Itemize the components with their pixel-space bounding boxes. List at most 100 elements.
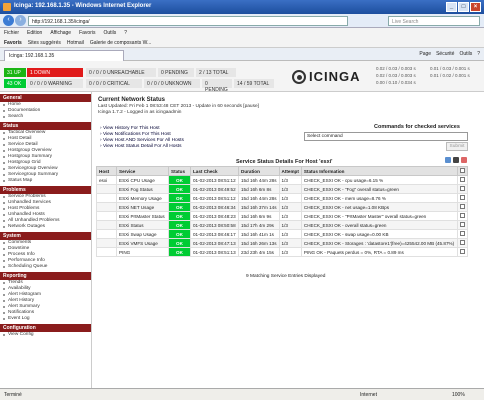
link-history[interactable]: › View History For This Host <box>100 126 160 131</box>
sidebar-item[interactable]: Status Map <box>0 178 91 184</box>
cell-status: OK <box>168 202 191 212</box>
cell-last-check: 01-02-2013 08:48:23 <box>190 211 239 221</box>
cell-service[interactable]: ESXi Memory Usage <box>116 193 169 203</box>
icinga-page: 31 UP 1 DOWN 0 / 0 / 0 UNREACHABLE 0 PEN… <box>0 61 484 388</box>
favorites-bar: Favoris Sites suggérés Hotmail Galerie d… <box>0 38 484 48</box>
cell-last-check: 01-02-2013 08:51:12 <box>190 175 239 185</box>
cell-host <box>96 202 117 212</box>
cell-host <box>96 193 117 203</box>
tab-bar: Icinga: 192.168.1.35 Page Sécurité Outil… <box>0 48 484 61</box>
link-notifications[interactable]: › View Notifications For This Host <box>100 132 171 137</box>
link-host-detail[interactable]: › View Host Status Detail For All Hosts <box>100 144 182 149</box>
cell-service[interactable]: ESXi PrtMaster Status <box>116 211 169 221</box>
sidebar-section-head: Configuration <box>0 324 91 332</box>
row-checkbox[interactable] <box>460 204 465 209</box>
services-unknown[interactable]: 0 / 0 / 0 UNKNOWN <box>144 79 200 88</box>
print-icon[interactable] <box>461 157 467 163</box>
hotmail-link[interactable]: Hotmail <box>67 40 84 46</box>
hosts-unreachable[interactable]: 0 / 0 / 0 UNREACHABLE <box>86 68 156 77</box>
menu-edition[interactable]: Edition <box>27 30 42 36</box>
services-pending[interactable]: 0 PENDING <box>202 79 232 93</box>
select-all-checkbox[interactable] <box>460 168 465 173</box>
table-row: ESXi Swap Usage OK 01-02-2013 08:46:17 15d … <box>96 229 468 239</box>
row-checkbox[interactable] <box>460 213 465 218</box>
perf-right: 0.01 / 0.03 / 0.001 s 0.01 / 0.02 / 0.00… <box>430 65 480 79</box>
sidebar-section-head: Status <box>0 122 91 130</box>
sidebar-item[interactable]: Event Log <box>0 316 91 322</box>
menu-favoris[interactable]: Favoris <box>79 30 95 36</box>
menu-affichage[interactable]: Affichage <box>50 30 71 36</box>
col-attempt[interactable]: Attempt <box>278 166 302 176</box>
main-content: Current Network Status Last Updated: Fri… <box>96 92 480 388</box>
page-menu[interactable]: Page <box>419 51 431 57</box>
security-menu[interactable]: Sécurité <box>436 51 454 57</box>
cell-service[interactable]: ESXi CPU Usage <box>116 175 169 185</box>
sidebar-item[interactable]: Network Outages <box>0 224 91 230</box>
cell-host <box>96 211 117 221</box>
suggested-sites-link[interactable]: Sites suggérés <box>28 40 61 46</box>
services-critical[interactable]: 0 / 0 / 0 CRITICAL <box>86 79 142 88</box>
tab-icinga[interactable]: Icinga: 192.168.1.35 <box>4 50 124 61</box>
hosts-up[interactable]: 31 UP <box>4 68 26 77</box>
menu-help[interactable]: ? <box>124 30 127 36</box>
tools-menu[interactable]: Outils <box>459 51 472 57</box>
services-total[interactable]: 14 / 59 TOTAL <box>234 79 274 88</box>
back-icon[interactable]: ‹ <box>3 15 14 26</box>
row-checkbox[interactable] <box>460 195 465 200</box>
menu-fichier[interactable]: Fichier <box>4 30 19 36</box>
row-checkbox[interactable] <box>460 186 465 191</box>
hosts-pending[interactable]: 0 PENDING <box>158 68 194 77</box>
maximize-button[interactable]: □ <box>458 2 469 12</box>
services-ok[interactable]: 43 OK <box>4 79 26 88</box>
hosts-down[interactable]: 1 DOWN <box>27 68 83 77</box>
perf-a2: 0.02 / 0.03 / 0.003 s <box>376 73 416 78</box>
row-checkbox[interactable] <box>460 177 465 182</box>
minimize-button[interactable]: _ <box>446 2 457 12</box>
page-title: Current Network Status <box>98 97 166 103</box>
col-duration[interactable]: Duration <box>238 166 280 176</box>
favorites-button[interactable]: Favoris <box>4 40 22 46</box>
close-button[interactable]: × <box>470 2 481 12</box>
table-icons <box>445 157 467 163</box>
cell-status: OK <box>168 175 191 185</box>
refresh-icon[interactable] <box>453 157 459 163</box>
sidebar-item[interactable]: Scheduling Queue <box>0 264 91 270</box>
col-select-all[interactable] <box>457 166 468 176</box>
command-select[interactable]: Select command <box>304 132 468 141</box>
hosts-total[interactable]: 2 / 13 TOTAL <box>196 68 236 77</box>
zoom-level[interactable]: 100% <box>452 392 465 398</box>
row-checkbox[interactable] <box>460 249 465 254</box>
cell-service[interactable]: ESXi Status <box>116 220 169 230</box>
csv-icon[interactable] <box>445 157 451 163</box>
cell-service[interactable]: ESXi VMFS Usage <box>116 238 169 248</box>
cell-service[interactable]: ESXi NET Usage <box>116 202 169 212</box>
row-checkbox[interactable] <box>460 240 465 245</box>
cell-duration: 15d 16h 26m 13s <box>238 238 280 248</box>
sidebar-item[interactable]: View Config <box>0 332 91 338</box>
help-menu[interactable]: ? <box>477 51 480 57</box>
cell-attempt: 1/3 <box>278 229 302 239</box>
col-status-info[interactable]: Status Information <box>300 166 459 176</box>
row-checkbox[interactable] <box>460 231 465 236</box>
forward-icon[interactable]: › <box>15 15 26 26</box>
col-service[interactable]: Service <box>116 166 169 176</box>
window-titlebar: Icinga: 192.168.1.35 - Windows Internet … <box>0 0 484 14</box>
url-input[interactable]: http://192.168.1.35/icinga/ <box>28 16 348 26</box>
col-status[interactable]: Status <box>168 166 191 176</box>
menu-outils[interactable]: Outils <box>103 30 116 36</box>
gallery-link[interactable]: Galerie de composants W... <box>90 40 151 46</box>
services-warning[interactable]: 0 / 0 / 0 WARNING <box>27 79 83 88</box>
perf-b1: 0.01 / 0.03 / 0.001 s <box>430 66 470 71</box>
col-host[interactable]: Host <box>96 166 117 176</box>
cell-service[interactable]: PING <box>116 247 169 257</box>
sidebar: General Home Documentation Search Status Tact… <box>0 92 92 388</box>
sidebar-item[interactable]: Search <box>0 114 91 120</box>
search-input[interactable]: Live Search <box>388 16 480 26</box>
cell-select <box>457 175 468 185</box>
cell-service[interactable]: ESXi Fog Status <box>116 184 169 194</box>
row-checkbox[interactable] <box>460 222 465 227</box>
cell-service[interactable]: ESXi Swap Usage <box>116 229 169 239</box>
link-all-services[interactable]: › View Host AND Services For All Hosts <box>100 138 184 143</box>
submit-button[interactable]: Submit <box>446 142 468 151</box>
col-last-check[interactable]: Last Check <box>190 166 239 176</box>
